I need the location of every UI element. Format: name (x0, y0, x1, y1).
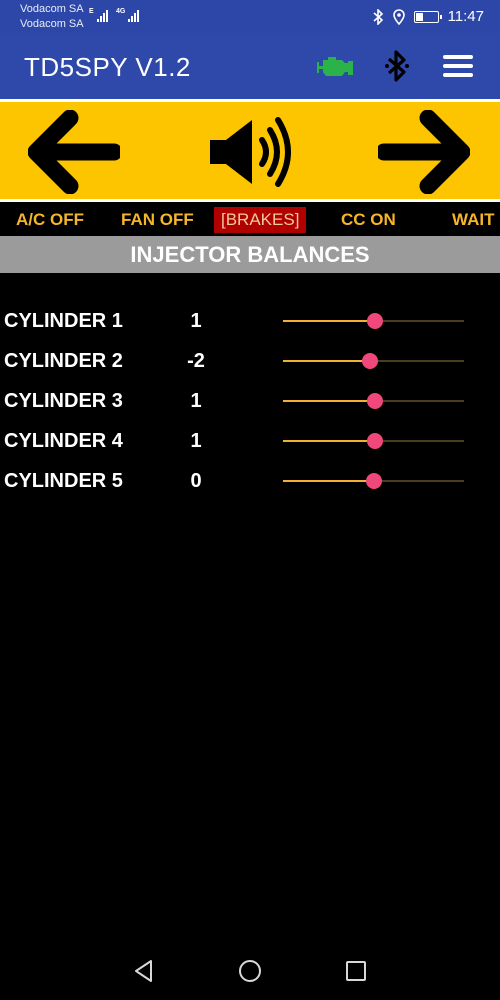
cylinder-label: CYLINDER 3 (4, 390, 123, 412)
cylinder-balance-slider[interactable] (283, 392, 464, 410)
speaker-icon[interactable] (206, 110, 298, 194)
cylinder-row: CYLINDER 3 1 (0, 386, 500, 416)
cylinder-label: CYLINDER 2 (4, 350, 123, 372)
bluetooth-icon[interactable] (380, 49, 414, 83)
section-title: INJECTOR BALANCES (0, 236, 500, 273)
slider-fill (283, 440, 376, 442)
right-arrow-icon[interactable] (378, 110, 470, 194)
controls-bar (0, 99, 500, 202)
cylinder-balance-slider[interactable] (283, 312, 464, 330)
engine-check-icon[interactable] (316, 53, 354, 79)
carrier-1: Vodacom SA (20, 3, 84, 15)
cylinder-balance-slider[interactable] (283, 432, 464, 450)
toggle-wait[interactable]: WAIT (452, 207, 495, 233)
cylinder-row: CYLINDER 5 0 (0, 466, 500, 496)
toggle-row: A/C OFF FAN OFF [BRAKES] CC ON WAIT (0, 205, 500, 235)
network-type-1: E (89, 8, 94, 15)
app-title: TD5SPY V1.2 (24, 52, 191, 82)
cylinder-row: CYLINDER 2 -2 (0, 346, 500, 376)
app-bar: TD5SPY V1.2 (0, 33, 500, 99)
slider-thumb[interactable] (361, 353, 378, 369)
signal-1-icon: E (89, 8, 108, 22)
location-icon (392, 8, 405, 25)
cylinder-value: 1 (190, 390, 202, 412)
slider-thumb[interactable] (367, 433, 384, 449)
network-type-2: 4G (116, 8, 126, 15)
slider-fill (283, 400, 376, 402)
left-arrow-icon[interactable] (28, 110, 120, 194)
toggle-ac[interactable]: A/C OFF (16, 207, 84, 233)
signal-2-icon: 4G (116, 8, 140, 22)
status-bar: Vodacom SA Vodacom SA E 4G 11:47 (0, 0, 500, 33)
bluetooth-status-icon (373, 8, 383, 25)
cylinder-value: 0 (190, 470, 202, 492)
cylinder-value: 1 (190, 430, 202, 452)
toggle-cruise-control[interactable]: CC ON (341, 207, 396, 233)
slider-thumb[interactable] (367, 393, 384, 409)
status-icons: 11:47 (372, 8, 484, 25)
cylinder-label: CYLINDER 1 (4, 310, 123, 332)
cylinder-value: 1 (190, 310, 202, 332)
toggle-brakes[interactable]: [BRAKES] (214, 207, 307, 233)
recent-apps-icon[interactable] (343, 958, 369, 984)
clock: 11:47 (447, 8, 484, 25)
home-icon[interactable] (237, 958, 263, 984)
slider-fill (283, 320, 376, 322)
toggle-fan[interactable]: FAN OFF (121, 207, 194, 233)
slider-thumb[interactable] (367, 313, 384, 329)
cylinder-balance-slider[interactable] (283, 352, 464, 370)
slider-thumb[interactable] (365, 473, 382, 489)
hamburger-menu-icon[interactable] (441, 53, 475, 79)
cylinder-value: -2 (187, 350, 205, 372)
slider-fill (283, 480, 374, 482)
cylinder-row: CYLINDER 1 1 (0, 306, 500, 336)
battery-icon (413, 10, 442, 23)
carrier-2: Vodacom SA (20, 18, 84, 30)
cylinder-row: CYLINDER 4 1 (0, 426, 500, 456)
system-nav-bar (0, 940, 500, 1000)
back-icon[interactable] (131, 958, 157, 984)
cylinder-label: CYLINDER 5 (4, 470, 123, 492)
slider-fill (283, 360, 370, 362)
cylinder-label: CYLINDER 4 (4, 430, 123, 452)
cylinder-balance-slider[interactable] (283, 472, 464, 490)
